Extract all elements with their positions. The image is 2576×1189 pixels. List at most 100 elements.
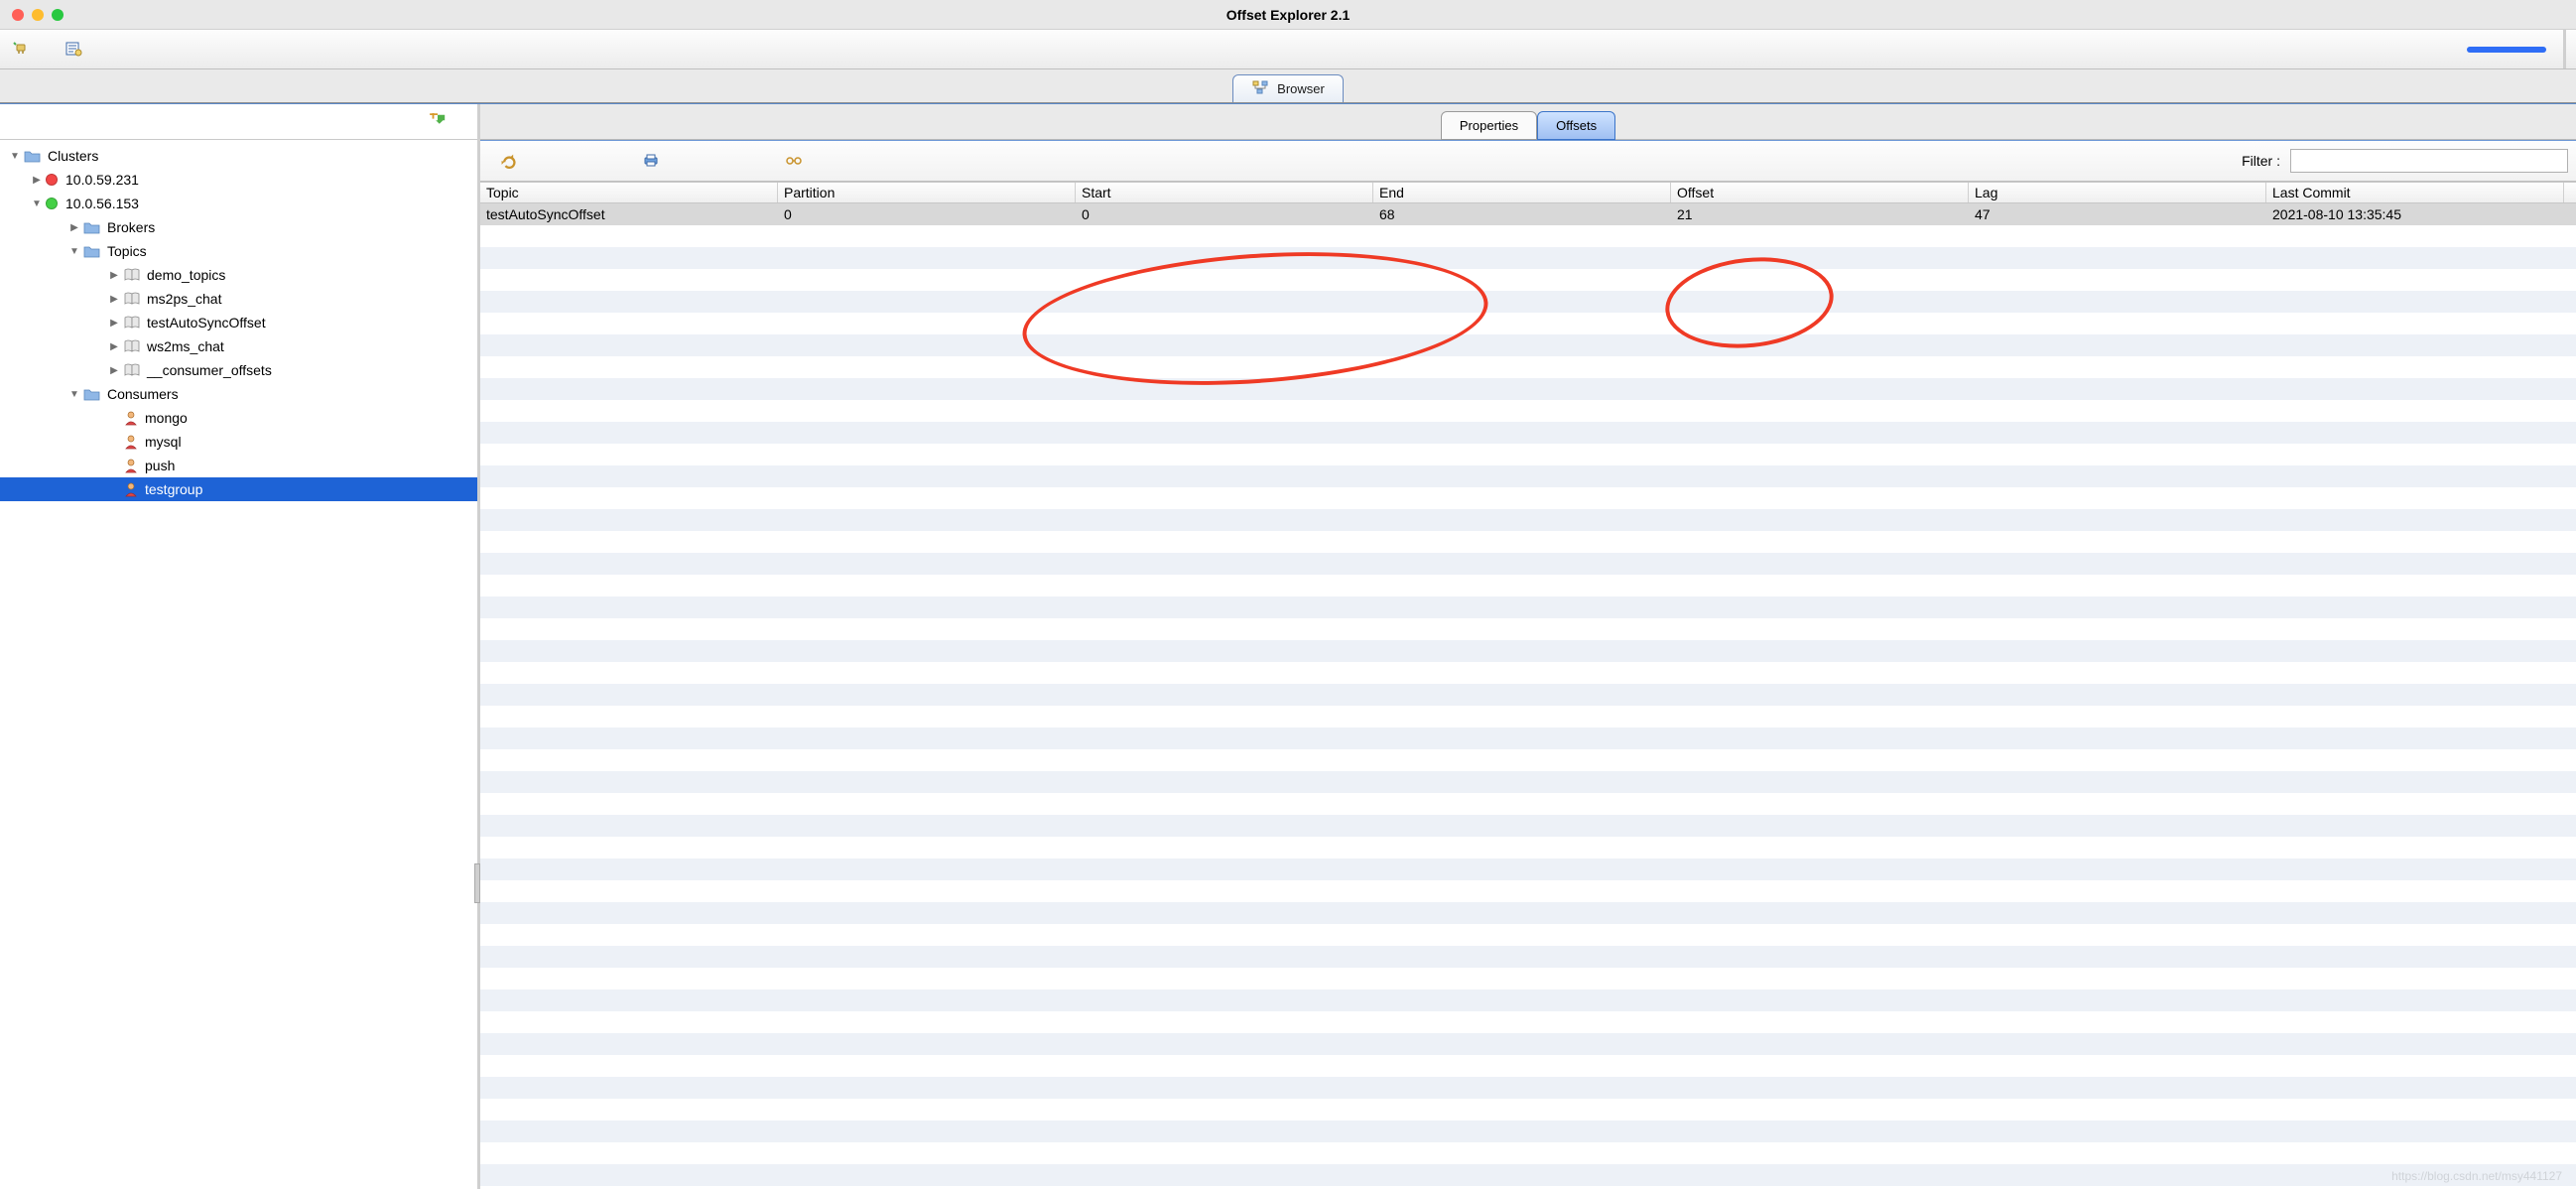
tab-properties[interactable]: Properties (1441, 111, 1537, 140)
browser-tab-row: Browser (0, 69, 2576, 103)
disclosure-icon[interactable]: ▶ (107, 341, 121, 352)
tree-label: mysql (145, 434, 182, 450)
tree-node-brokers[interactable]: ▶ Brokers (0, 215, 477, 239)
th-label: End (1379, 185, 1404, 200)
cell-value: 68 (1379, 206, 1395, 222)
splitter-handle[interactable] (474, 863, 480, 903)
tree-node-topic-ws2ms[interactable]: ▶ ws2ms_chat (0, 334, 477, 358)
tree-node-consumer-push[interactable]: push (0, 454, 477, 477)
td-offset: 21 (1671, 203, 1969, 225)
tree-node-topic-ms2ps[interactable]: ▶ ms2ps_chat (0, 287, 477, 311)
th-lag[interactable]: Lag (1969, 183, 2266, 202)
folder-icon (83, 387, 101, 401)
th-start[interactable]: Start (1076, 183, 1373, 202)
cell-value: 0 (784, 206, 792, 222)
folder-icon (83, 244, 101, 258)
disclosure-icon[interactable]: ▼ (8, 151, 22, 162)
app-toolbar (0, 30, 2576, 69)
close-button[interactable] (12, 9, 24, 21)
watermark: https://blog.csdn.net/msy441127 (2391, 1169, 2562, 1183)
book-icon (123, 339, 141, 353)
tree-node-topic-consumer-offsets[interactable]: ▶ __consumer_offsets (0, 358, 477, 382)
status-dot-green (46, 198, 58, 209)
offsets-table: Topic Partition Start End Offset Lag Las… (480, 182, 2576, 225)
add-connection-button[interactable] (10, 38, 34, 62)
cell-value: testAutoSyncOffset (486, 206, 605, 222)
th-end[interactable]: End (1373, 183, 1671, 202)
tree-node-clusters[interactable]: ▼ Clusters (0, 144, 477, 168)
tree-node-topic-demo[interactable]: ▶ demo_topics (0, 263, 477, 287)
tree-node-topics[interactable]: ▼ Topics (0, 239, 477, 263)
disclosure-icon[interactable]: ▶ (67, 222, 81, 233)
collapse-tree-button[interactable] (426, 110, 450, 134)
tree-label: testAutoSyncOffset (147, 315, 266, 330)
tree-label: Clusters (48, 148, 98, 164)
disclosure-icon[interactable]: ▶ (107, 270, 121, 281)
tree[interactable]: ▼ Clusters ▶ 10.0.59.231 ▼ 10.0.56.153 (0, 140, 477, 1189)
th-topic[interactable]: Topic (480, 183, 778, 202)
th-label: Offset (1677, 185, 1714, 200)
tree-node-consumer-mongo[interactable]: mongo (0, 406, 477, 430)
cell-value: 47 (1975, 206, 1991, 222)
tree-label: push (145, 458, 175, 473)
td-lag: 47 (1969, 203, 2266, 225)
disclosure-icon[interactable]: ▼ (67, 246, 81, 257)
person-icon (123, 434, 139, 450)
refresh-button[interactable] (496, 149, 520, 173)
tree-label: ms2ps_chat (147, 291, 221, 307)
traffic-lights (0, 9, 64, 21)
tree-label: Brokers (107, 219, 155, 235)
disclosure-icon[interactable]: ▶ (30, 175, 44, 186)
th-label: Topic (486, 185, 519, 200)
status-dot-red (46, 174, 58, 186)
table-empty-area (480, 225, 2576, 1189)
tree-node-consumer-testgroup[interactable]: testgroup (0, 477, 477, 501)
tree-label: Consumers (107, 386, 179, 402)
tab-offsets[interactable]: Offsets (1537, 111, 1615, 140)
book-icon (123, 268, 141, 282)
disclosure-icon[interactable]: ▶ (107, 318, 121, 329)
person-icon (123, 458, 139, 473)
tree-node-host1[interactable]: ▶ 10.0.59.231 (0, 168, 477, 192)
tree-node-topic-testautosync[interactable]: ▶ testAutoSyncOffset (0, 311, 477, 334)
minimize-button[interactable] (32, 9, 44, 21)
td-last-commit: 2021-08-10 13:35:45 (2266, 203, 2564, 225)
th-label: Partition (784, 185, 835, 200)
td-start: 0 (1076, 203, 1373, 225)
disclosure-icon[interactable]: ▼ (67, 389, 81, 400)
book-icon (123, 292, 141, 306)
print-button[interactable] (639, 149, 663, 173)
td-partition: 0 (778, 203, 1076, 225)
disclosure-icon[interactable]: ▶ (107, 365, 121, 376)
th-label: Start (1082, 185, 1111, 200)
person-icon (123, 481, 139, 497)
td-end: 68 (1373, 203, 1671, 225)
tree-label: 10.0.56.153 (65, 196, 139, 211)
view-button[interactable] (782, 149, 806, 173)
tab-label: Properties (1460, 118, 1518, 133)
edit-form-button[interactable] (62, 38, 85, 62)
disclosure-icon[interactable]: ▼ (30, 198, 44, 209)
folder-icon (83, 220, 101, 234)
table-header: Topic Partition Start End Offset Lag Las… (480, 182, 2576, 203)
tree-icon (1251, 80, 1269, 97)
th-last-commit[interactable]: Last Commit (2266, 183, 2564, 202)
table-row[interactable]: testAutoSyncOffset 0 0 68 21 47 2021-08-… (480, 203, 2576, 225)
sidebar: ▼ Clusters ▶ 10.0.59.231 ▼ 10.0.56.153 (0, 104, 480, 1189)
tab-browser[interactable]: Browser (1232, 74, 1344, 102)
disclosure-icon[interactable]: ▶ (107, 294, 121, 305)
body: ▼ Clusters ▶ 10.0.59.231 ▼ 10.0.56.153 (0, 103, 2576, 1189)
tree-node-consumers[interactable]: ▼ Consumers (0, 382, 477, 406)
tree-label: mongo (145, 410, 188, 426)
book-icon (123, 316, 141, 330)
tree-label: testgroup (145, 481, 202, 497)
tab-label: Offsets (1556, 118, 1597, 133)
th-partition[interactable]: Partition (778, 183, 1076, 202)
titlebar: Offset Explorer 2.1 (0, 0, 2576, 30)
tree-label: ws2ms_chat (147, 338, 224, 354)
tree-node-consumer-mysql[interactable]: mysql (0, 430, 477, 454)
maximize-button[interactable] (52, 9, 64, 21)
tree-node-host2[interactable]: ▼ 10.0.56.153 (0, 192, 477, 215)
filter-input[interactable] (2290, 149, 2568, 173)
th-offset[interactable]: Offset (1671, 183, 1969, 202)
